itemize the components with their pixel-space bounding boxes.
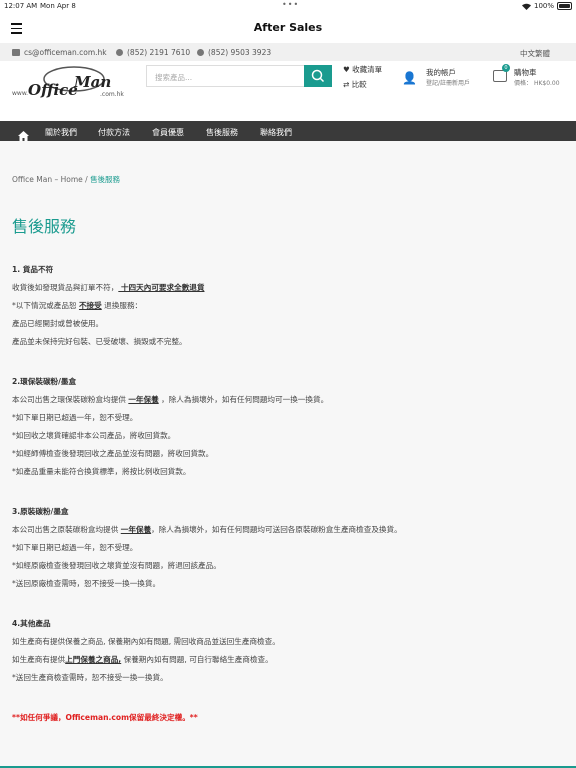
wishlist-label: 收藏清單 [352, 65, 383, 74]
status-time: 12:07 AM [4, 2, 38, 10]
section-1-line-1: 收貨後如發現貨品與訂單不符， 十四天內可要求全數退貨 [12, 282, 205, 293]
section-3-line-3: *如經原廠檢查後發現回收之壞貨並沒有問題，將退回該產品。 [12, 561, 221, 570]
menu-item-contact[interactable]: 聯絡我們 [260, 127, 292, 138]
section-4-line-2: 如生產商有提供上門保養之商品, 保養期內如有問題, 可自行聯絡生產商檢查。 [12, 654, 273, 665]
search-button[interactable] [304, 65, 332, 87]
s3-l1-text: 本公司出售之原裝碳粉盒均提供 [12, 525, 121, 534]
cart-label: 購物車 [514, 68, 537, 77]
s4-l2-emph: 上門保養之商品, [65, 655, 122, 664]
battery-icon [557, 2, 572, 10]
s2-l1-tail: ，除人為損壞外，如有任何問題均可一換一換貨。 [158, 395, 329, 404]
page-title: 售後服務 [12, 217, 77, 236]
section-2-line-5: *如產品重量未能符合換貨標準，將按比例收回貨款。 [12, 467, 191, 476]
page-title-bar: After Sales [253, 21, 323, 34]
menu-item-aftersales[interactable]: 售後服務 [206, 127, 238, 138]
phone-icon [116, 49, 123, 56]
navigation-bar: After Sales [0, 12, 576, 43]
s4-l2-tail: 保養期內如有問題, 可自行聯絡生產商檢查。 [121, 655, 273, 664]
svg-text:.com.hk: .com.hk [100, 91, 124, 98]
account-sublabel: 登記/註冊新用戶 [426, 80, 471, 87]
menu-item-about[interactable]: 關於我們 [45, 127, 77, 138]
site-header: www. Office Man .com.hk 搜索產品... ♥ 收藏清單 ⇄… [0, 61, 576, 121]
s1-l1-text: 收貨後如發現貨品與訂單不符， [12, 283, 119, 292]
site-logo[interactable]: www. Office Man .com.hk [12, 65, 126, 105]
compare-label: 比較 [351, 80, 367, 89]
s4-l2-text: 如生產商有提供 [12, 655, 66, 664]
multitask-dots-icon[interactable]: ••• [282, 0, 299, 9]
whatsapp-icon [197, 49, 204, 56]
section-2-line-3: *如回收之壞貨確認非本公司產品，將收回貨款。 [12, 431, 176, 440]
menu-item-member[interactable]: 會員優惠 [152, 127, 184, 138]
account-label: 我的帳戶 [426, 68, 456, 77]
whatsapp-text: (852) 9503 3923 [208, 48, 272, 57]
section-1-line-4: 產品並未保持完好包裝、已受破壞、損毀或不完整。 [12, 337, 187, 346]
wishlist-link[interactable]: ♥ 收藏清單 [343, 64, 382, 75]
section-1-line-3: 產品已經開封或曾被使用。 [12, 319, 104, 328]
s1-l1-emph: 十四天內可要求全數退貨 [118, 283, 205, 292]
search-icon [311, 69, 325, 83]
s2-l1-emph: 一年保養 [128, 395, 159, 404]
svg-text:Man: Man [73, 73, 111, 91]
section-3-heading: 3.原裝碳粉/墨盒 [12, 507, 69, 516]
status-date: Mon Apr 8 [40, 2, 76, 10]
logo-graphic: www. Office Man .com.hk [12, 66, 124, 99]
cart-count-badge: 0 [502, 64, 510, 72]
user-icon: 👤 [402, 71, 417, 85]
breadcrumb-home[interactable]: Office Man – Home [12, 175, 83, 184]
svg-text:www.: www. [12, 90, 28, 97]
whatsapp-contact[interactable]: (852) 9503 3923 [197, 48, 271, 57]
compare-icon: ⇄ [343, 80, 350, 89]
heart-icon: ♥ [343, 65, 350, 74]
email-icon [12, 49, 20, 56]
status-bar: 12:07 AM Mon Apr 8 ••• 100% [0, 0, 576, 12]
home-icon[interactable] [18, 126, 29, 145]
account-link[interactable]: 👤 我的帳戶 登記/註冊新用戶 [402, 67, 470, 87]
email-text: cs@officeman.com.hk [24, 48, 107, 57]
svg-text:Office: Office [28, 81, 78, 99]
phone-text: (852) 2191 7610 [127, 48, 191, 57]
battery-percent: 100% [533, 2, 554, 10]
section-4-line-3: *送回生產商檢查需時，恕不接受一換一換貨。 [12, 673, 168, 682]
s1-l2-tail: 退換服務： [101, 301, 143, 310]
compare-link[interactable]: ⇄ 比較 [343, 79, 367, 90]
wifi-icon [521, 3, 531, 10]
s2-l1-text: 本公司出售之環保裝碳粉盒均提供 [12, 395, 129, 404]
email-contact[interactable]: cs@officeman.com.hk [12, 48, 107, 57]
section-3-line-2: *如下單日期已超過一年，恕不受理。 [12, 543, 138, 552]
main-menu: 關於我們 付款方法 會員優惠 售後服務 聯絡我們 [0, 121, 576, 141]
contact-bar: cs@officeman.com.hk (852) 2191 7610 (852… [0, 43, 576, 61]
s1-l2-emph: 不接受 [78, 301, 102, 310]
section-2-heading: 2.環保裝碳粉/墨盒 [12, 377, 77, 386]
breadcrumb: Office Man – Home / 售後服務 [12, 174, 120, 185]
section-4-heading: 4.其他產品 [12, 619, 51, 628]
section-2-line-4: *如經師傅檢查後發現回收之產品並沒有問題，將收回貨款。 [12, 449, 214, 458]
cart-price: HK$0.00 [533, 80, 560, 87]
breadcrumb-separator: / [82, 175, 91, 184]
cart-price-label: 價格： [514, 80, 533, 87]
section-4-line-1: 如生產商有提供保養之商品, 保養期內如有問題, 需回收商品並送回生產商檢查。 [12, 637, 280, 646]
section-1-line-2: *以下情況或產品恕 不接受 退換服務： [12, 300, 142, 311]
section-1-heading: 1. 貨品不符 [12, 265, 54, 274]
section-2-line-2: *如下單日期已超過一年，恕不受理。 [12, 413, 138, 422]
breadcrumb-current: 售後服務 [90, 175, 121, 184]
menu-item-payment[interactable]: 付款方法 [98, 127, 130, 138]
search-input[interactable]: 搜索產品... [155, 72, 192, 83]
cart-link[interactable]: 0 購物車 價格： HK$0.00 [493, 64, 560, 87]
disclaimer-note: **如任何爭議，Officeman.com保留最終決定權。** [12, 713, 198, 722]
status-right: 100% [521, 2, 572, 10]
section-2-line-1: 本公司出售之環保裝碳粉盒均提供 一年保養 ，除人為損壞外，如有任何問題均可一換一… [12, 394, 328, 405]
section-3-line-1: 本公司出售之原裝碳粉盒均提供 一年保養，除人為損壞外，如有任何問題均可送回各原裝… [12, 524, 402, 535]
section-3-line-4: *送回原廠檢查需時，恕不接受一換一換貨。 [12, 579, 161, 588]
language-switch[interactable]: 中文繁體 [520, 48, 550, 59]
s3-l1-tail: ，除人為損壞外，如有任何問題均可送回各原裝碳粉盒生產商檢查及換貨。 [151, 525, 402, 534]
s3-l1-emph: 一年保養 [120, 525, 152, 534]
phone-contact[interactable]: (852) 2191 7610 [116, 48, 190, 57]
search-box: 搜索產品... [146, 65, 332, 87]
s1-l2-text: *以下情況或產品恕 [12, 301, 79, 310]
